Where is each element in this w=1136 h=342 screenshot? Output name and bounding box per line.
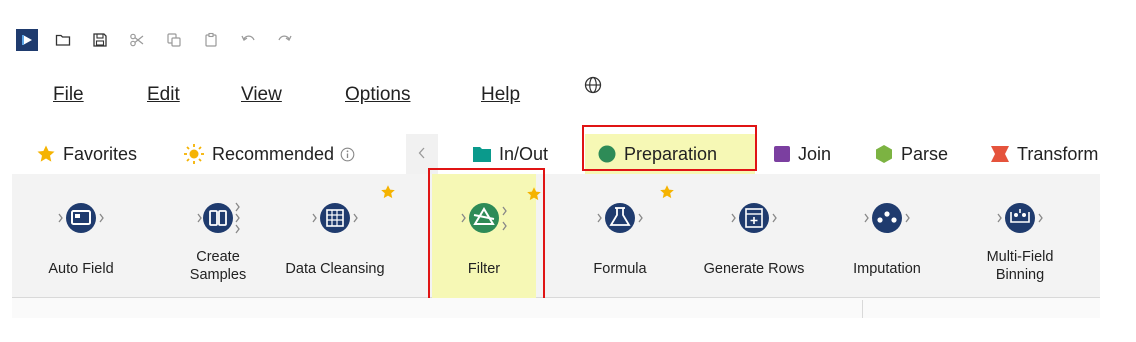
menu-bar: File Edit View Options Help [0,76,1100,112]
info-icon[interactable] [340,147,355,162]
auto-field-icon [58,203,104,233]
panel-divider [862,300,863,318]
filter-highlight-outline [428,168,545,308]
tool-data-cleansing[interactable]: Data Cleansing [280,174,395,298]
tool-auto-field[interactable]: Auto Field [26,174,136,298]
tab-parse-label: Parse [901,143,949,164]
tab-parse[interactable]: Parse [874,134,948,174]
menu-edit-label: Edit [147,84,180,105]
imputation-icon [864,203,910,233]
category-tab-bar: Favorites Recommended In/Out Preparation… [0,134,1100,174]
sun-icon [183,143,205,165]
menu-edit[interactable]: Edit [147,78,180,112]
data-cleansing-icon [312,203,358,233]
preparation-highlight-outline [582,125,757,171]
globe-icon[interactable] [584,72,602,106]
tool-imputation[interactable]: Imputation [832,174,942,298]
tool-generate-rows[interactable]: Generate Rows [684,174,824,298]
tool-multi-field-binning[interactable]: Multi-Field Binning [965,174,1075,298]
multi-field-binning-icon [997,203,1043,233]
menu-view[interactable]: View [241,78,282,112]
tab-recommended-label: Recommended [212,143,335,164]
tool-palette: Auto Field Create Samples Data Cleansing [12,174,1100,298]
tab-in-out-label: In/Out [499,143,549,164]
star-icon [36,144,56,164]
tool-data-cleansing-label: Data Cleansing [285,261,385,277]
menu-file[interactable]: File [53,78,84,112]
undo-icon[interactable] [237,29,259,51]
menu-view-label: View [241,84,282,105]
tool-create-samples-label: Create Samples [189,249,247,283]
create-samples-icon [197,202,240,234]
tab-transform[interactable]: Transform [990,134,1098,174]
folder-icon [472,145,492,163]
tool-formula-label: Formula [593,261,647,277]
tool-multi-field-binning-label: Multi-Field Binning [986,249,1054,283]
menu-file-label: File [53,84,84,105]
tab-transform-label: Transform [1017,143,1099,164]
cut-icon[interactable] [126,29,148,51]
quick-access-toolbar [16,26,311,54]
lower-panel [12,298,1100,318]
tab-recommended[interactable]: Recommended [183,134,355,174]
menu-help[interactable]: Help [481,78,520,112]
tool-imputation-label: Imputation [853,261,921,277]
favorite-star-icon [660,185,674,199]
chevron-left-icon [417,144,427,165]
formula-icon [597,203,643,233]
tab-favorites[interactable]: Favorites [36,134,137,174]
menu-options[interactable]: Options [345,78,410,112]
transform-icon [990,145,1010,163]
favorite-star-icon [381,185,395,199]
new-folder-icon[interactable] [52,29,74,51]
paste-icon[interactable] [200,29,222,51]
tool-auto-field-label: Auto Field [48,261,114,277]
square-icon [773,145,791,163]
hexagon-icon [874,144,894,164]
tab-join-label: Join [798,143,832,164]
generate-rows-icon [731,203,777,233]
tool-formula[interactable]: Formula [565,174,675,298]
redo-icon[interactable] [274,29,296,51]
tab-favorites-label: Favorites [63,143,138,164]
tool-generate-rows-label: Generate Rows [703,261,805,277]
menu-help-label: Help [481,84,521,105]
copy-icon[interactable] [163,29,185,51]
app-logo-icon[interactable] [16,29,38,51]
tool-create-samples[interactable]: Create Samples [163,174,273,298]
save-icon[interactable] [89,29,111,51]
tab-join[interactable]: Join [773,134,831,174]
menu-options-label: Options [345,84,411,105]
